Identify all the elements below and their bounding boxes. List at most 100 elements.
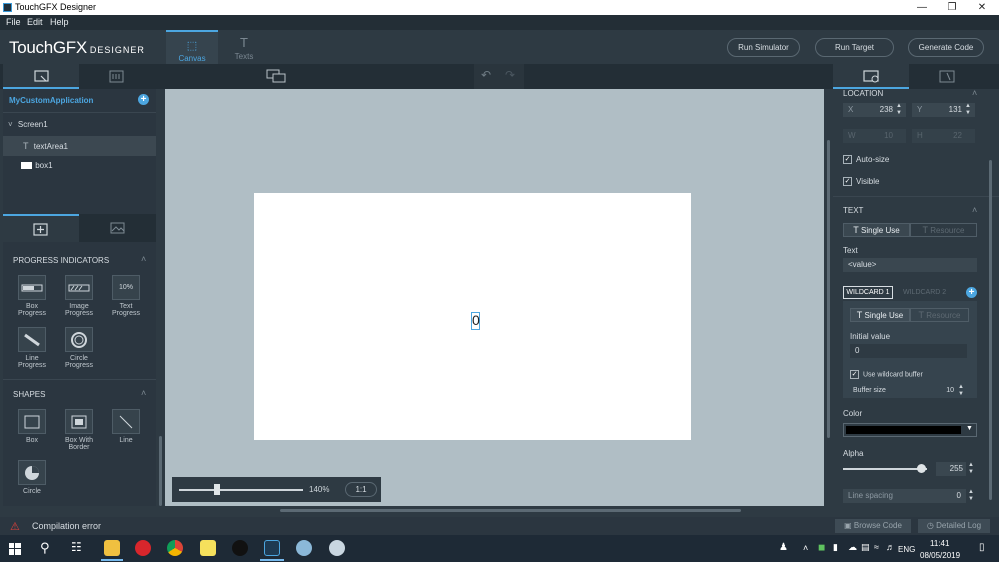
properties-tab[interactable] — [79, 64, 156, 89]
color-picker[interactable]: ▼ — [843, 423, 977, 437]
line-spacing-field[interactable]: Line spacing 0 — [843, 489, 966, 503]
generate-code-button[interactable]: Generate Code — [908, 38, 984, 57]
collapse-icon[interactable]: ˄ — [141, 388, 146, 398]
buffer-stepper-icon[interactable]: ▲ ▼ — [958, 384, 964, 398]
text-value-input[interactable]: <value> — [843, 258, 977, 272]
canvas-vertical-scrollbar[interactable] — [827, 140, 830, 438]
people-icon[interactable]: ♟ — [779, 542, 788, 553]
images-tab[interactable] — [79, 214, 156, 242]
tree-view-tab[interactable] — [3, 64, 79, 89]
tree-item-box[interactable]: box1 — [3, 156, 156, 176]
wildcard2-tab[interactable]: WILDCARD 2 — [903, 289, 946, 296]
alpha-slider-track[interactable] — [843, 468, 927, 470]
chevron-up-icon[interactable]: ˄ — [803, 543, 808, 553]
detailed-log-button[interactable]: ◷ Detailed Log — [918, 519, 990, 533]
widgets-tab[interactable] — [3, 214, 79, 242]
collapse-icon[interactable]: ˄ — [972, 88, 977, 98]
menu-help[interactable]: Help — [50, 17, 69, 27]
sticky-notes-icon[interactable] — [200, 540, 216, 556]
x-stepper-icon[interactable]: ▲ ▼ — [896, 103, 902, 117]
clock-date[interactable]: 08/05/2019 — [920, 551, 960, 560]
widget-line[interactable]: Line — [108, 409, 144, 444]
security-icon[interactable]: ◼ — [818, 542, 825, 553]
windows-start-icon[interactable] — [9, 543, 21, 555]
clock-time[interactable]: 11:41 — [930, 539, 949, 548]
toolbar: ↶ ↷ — [0, 64, 999, 89]
application-name[interactable]: MyCustomApplication — [9, 96, 93, 105]
language-indicator[interactable]: ENG — [898, 545, 915, 554]
task-view-icon[interactable]: ☷ — [71, 540, 82, 554]
visible-checkbox[interactable]: ✓ Visible — [843, 177, 879, 187]
alpha-stepper-icon[interactable]: ▲ ▼ — [968, 462, 974, 476]
widget-box[interactable]: Box — [14, 409, 50, 444]
restore-button[interactable]: ❐ — [937, 0, 967, 15]
y-stepper-icon[interactable]: ▲ ▼ — [965, 103, 971, 117]
add-wildcard-icon[interactable]: + — [966, 287, 977, 298]
canvas-horizontal-scrollbar[interactable] — [280, 509, 741, 512]
alpha-input[interactable]: 255 — [936, 462, 966, 476]
file-explorer-icon[interactable] — [104, 540, 120, 556]
paint-icon[interactable] — [296, 540, 312, 556]
widget-circle-progress[interactable]: Circle Progress — [61, 327, 97, 369]
undo-icon[interactable]: ↶ — [481, 68, 491, 82]
box-progress-icon — [21, 284, 43, 291]
zoom-slider-thumb[interactable] — [214, 484, 221, 495]
chrome-icon[interactable] — [167, 540, 183, 556]
tree-item-textarea[interactable]: T textArea1 — [3, 136, 156, 156]
add-widget-icon — [33, 223, 48, 236]
cloud-icon[interactable]: ☁ — [848, 542, 857, 553]
wildcard1-tab[interactable]: WILDCARD 1 — [843, 286, 893, 299]
widget-box-progress[interactable]: Box Progress — [14, 275, 50, 317]
progress-indicators-title: PROGRESS INDICATORS — [13, 256, 110, 265]
initial-value-input[interactable]: 0 — [850, 344, 967, 358]
text-area-widget[interactable]: 0 — [471, 312, 480, 330]
collapse-icon[interactable]: ˄ — [141, 254, 146, 264]
close-button[interactable]: ✕ — [967, 0, 997, 15]
use-buffer-checkbox[interactable]: ✓ Use wildcard buffer — [850, 370, 923, 379]
line-spacing-stepper-icon[interactable]: ▲ ▼ — [968, 489, 974, 503]
minimize-button[interactable]: — — [907, 0, 937, 15]
app-face-icon[interactable] — [232, 540, 248, 556]
search-icon[interactable]: ⚲ — [40, 540, 50, 556]
properties-scrollbar[interactable] — [989, 160, 992, 500]
widget-line-progress[interactable]: Line Progress — [14, 327, 50, 369]
wildcard-resource-toggle[interactable]: T Resource — [910, 308, 969, 322]
properties-panel-tab[interactable] — [833, 64, 909, 89]
wildcard-single-use-toggle[interactable]: T Single Use — [850, 308, 910, 322]
single-use-toggle[interactable]: T Single Use — [843, 223, 910, 237]
add-screen-icon[interactable]: + — [138, 94, 149, 105]
buffer-size-field[interactable]: Buffer size 10 — [850, 384, 967, 398]
menu-file[interactable]: File — [6, 17, 21, 27]
drive-icon[interactable]: ▤ — [861, 542, 870, 553]
widget-image-progress[interactable]: Image Progress — [61, 275, 97, 317]
widget-text-progress[interactable]: 10% Text Progress — [108, 275, 144, 317]
resource-toggle[interactable]: T Resource — [910, 223, 977, 237]
redo-icon[interactable]: ↷ — [505, 68, 515, 82]
touchgfx-taskbar-icon[interactable] — [264, 540, 280, 556]
cloud-app-icon[interactable] — [329, 540, 345, 556]
tree-item-screen[interactable]: ˅ Screen1 — [3, 115, 156, 135]
tab-texts[interactable]: T Texts — [218, 30, 270, 64]
zoom-reset-button[interactable]: 1:1 — [345, 482, 377, 497]
run-target-button[interactable]: Run Target — [815, 38, 894, 57]
zoom-slider-track[interactable] — [179, 489, 303, 491]
title-bar: TouchGFX Designer — ❐ ✕ — [0, 0, 999, 15]
tab-canvas[interactable]: ⬚ Canvas — [166, 30, 218, 64]
interactions-panel-tab[interactable] — [909, 64, 985, 89]
palette-scrollbar[interactable] — [159, 436, 162, 506]
notifications-icon[interactable]: ▯ — [979, 542, 985, 553]
browse-code-button[interactable]: ▣ Browse Code — [835, 519, 911, 533]
widget-circle[interactable]: Circle — [14, 460, 50, 495]
volume-icon[interactable]: ♬ — [886, 542, 895, 552]
autosize-checkbox[interactable]: ✓ Auto-size — [843, 155, 889, 165]
alpha-slider-thumb[interactable] — [917, 464, 927, 473]
collapse-icon[interactable]: ˄ — [972, 205, 977, 215]
ladybug-app-icon[interactable] — [135, 540, 151, 556]
widget-box-with-border[interactable]: Box With Border — [61, 409, 97, 451]
menu-edit[interactable]: Edit — [27, 17, 43, 27]
run-simulator-button[interactable]: Run Simulator — [727, 38, 800, 57]
compilation-status[interactable]: Compilation error — [32, 521, 101, 531]
layers-icon[interactable] — [266, 68, 286, 84]
wifi-icon[interactable]: ≈ — [874, 542, 879, 552]
battery-icon[interactable]: ▮ — [833, 542, 838, 553]
